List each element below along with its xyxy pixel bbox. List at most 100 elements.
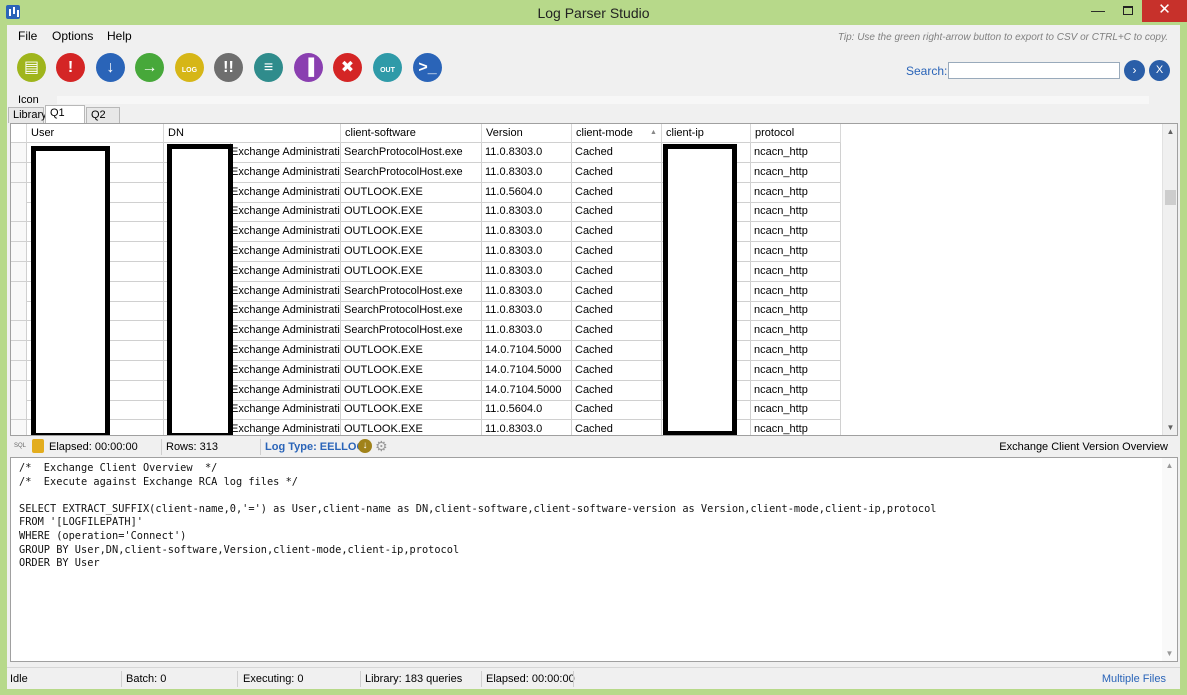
log-type-dropdown-icon[interactable]: ↓ xyxy=(358,439,372,453)
table-cell[interactable]: ncacn_http xyxy=(751,380,841,401)
row-header[interactable] xyxy=(11,143,27,163)
editor-vertical-scrollbar[interactable]: ▲ ▼ xyxy=(1162,458,1177,661)
table-cell[interactable]: 11.0.8303.0 xyxy=(482,281,572,302)
menu-options[interactable]: Options xyxy=(52,29,93,43)
table-cell[interactable]: SearchProtocolHost.exe xyxy=(341,301,482,322)
column-header-dn[interactable]: DN xyxy=(164,124,341,143)
table-cell[interactable]: ncacn_http xyxy=(751,162,841,183)
search-go-button[interactable]: › xyxy=(1124,60,1145,81)
table-cell[interactable]: Cached xyxy=(572,341,662,361)
table-cell[interactable]: Cached xyxy=(572,242,662,262)
query-editor[interactable]: /* Exchange Client Overview */ /* Execut… xyxy=(10,457,1178,662)
table-cell[interactable]: Cached xyxy=(572,380,662,401)
title-bar[interactable]: Log Parser Studio — ✕ xyxy=(0,0,1187,25)
table-cell[interactable]: ncacn_http xyxy=(751,182,841,203)
table-cell[interactable]: Cached xyxy=(572,222,662,243)
table-cell[interactable]: 11.0.8303.0 xyxy=(482,143,572,163)
lock-icon[interactable] xyxy=(32,439,44,453)
table-cell[interactable]: Exchange Administrati... xyxy=(231,400,341,421)
table-cell[interactable]: 11.0.5604.0 xyxy=(482,182,572,203)
table-cell[interactable]: Exchange Administrati... xyxy=(231,380,341,401)
table-cell[interactable]: Cached xyxy=(572,202,662,223)
table-cell[interactable]: Exchange Administrati... xyxy=(231,143,341,163)
row-header[interactable] xyxy=(11,182,27,203)
table-cell[interactable]: Cached xyxy=(572,143,662,163)
table-cell[interactable]: 11.0.5604.0 xyxy=(482,400,572,421)
table-cell[interactable]: OUTLOOK.EXE xyxy=(341,420,482,435)
table-cell[interactable]: Cached xyxy=(572,182,662,203)
out-button[interactable]: OUT xyxy=(373,53,402,82)
table-cell[interactable]: ncacn_http xyxy=(751,321,841,342)
table-cell[interactable]: OUTLOOK.EXE xyxy=(341,222,482,243)
row-header[interactable] xyxy=(11,242,27,262)
alert-button[interactable]: ! xyxy=(56,53,85,82)
table-cell[interactable]: ncacn_http xyxy=(751,222,841,243)
document-button[interactable]: ▤ xyxy=(17,53,46,82)
table-cell[interactable]: Cached xyxy=(572,321,662,342)
column-header-protocol[interactable]: protocol xyxy=(751,124,841,143)
minimize-button[interactable]: — xyxy=(1085,0,1111,22)
scroll-up-icon[interactable]: ▲ xyxy=(1163,124,1177,139)
download-button[interactable]: ↓ xyxy=(96,53,125,82)
table-cell[interactable]: ncacn_http xyxy=(751,143,841,163)
table-cell[interactable]: Exchange Administrati... xyxy=(231,341,341,361)
table-cell[interactable]: SearchProtocolHost.exe xyxy=(341,143,482,163)
row-header[interactable] xyxy=(11,341,27,361)
cancel-button[interactable]: ✖ xyxy=(333,53,362,82)
table-cell[interactable]: SearchProtocolHost.exe xyxy=(341,162,482,183)
row-header[interactable] xyxy=(11,202,27,223)
log-button[interactable]: LOG xyxy=(175,53,204,82)
log-type[interactable]: Log Type: EELLOG xyxy=(265,441,365,453)
table-cell[interactable]: 14.0.7104.5000 xyxy=(482,380,572,401)
scroll-down-icon[interactable]: ▼ xyxy=(1163,420,1177,435)
table-cell[interactable]: Cached xyxy=(572,261,662,282)
editor-scroll-down-icon[interactable]: ▼ xyxy=(1162,646,1177,661)
table-cell[interactable]: ncacn_http xyxy=(751,281,841,302)
table-cell[interactable]: 11.0.8303.0 xyxy=(482,242,572,262)
powershell-button[interactable]: >_ xyxy=(413,53,442,82)
table-cell[interactable]: Exchange Administrati... xyxy=(231,242,341,262)
table-cell[interactable]: SearchProtocolHost.exe xyxy=(341,281,482,302)
row-header[interactable] xyxy=(11,420,27,435)
table-cell[interactable]: 11.0.8303.0 xyxy=(482,321,572,342)
export-arrow-button[interactable]: → xyxy=(135,53,164,82)
tab-q1[interactable]: Q1 xyxy=(45,105,85,123)
table-cell[interactable]: Exchange Administrati... xyxy=(231,202,341,223)
table-cell[interactable]: Cached xyxy=(572,281,662,302)
table-cell[interactable]: Cached xyxy=(572,400,662,421)
column-header-client-mode[interactable]: client-mode xyxy=(572,124,662,143)
editor-scroll-up-icon[interactable]: ▲ xyxy=(1162,458,1177,473)
close-button[interactable]: ✕ xyxy=(1142,0,1187,22)
table-cell[interactable]: 11.0.8303.0 xyxy=(482,261,572,282)
table-cell[interactable]: Cached xyxy=(572,360,662,381)
menu-file[interactable]: File xyxy=(18,29,37,43)
table-cell[interactable]: SearchProtocolHost.exe xyxy=(341,321,482,342)
table-cell[interactable]: OUTLOOK.EXE xyxy=(341,360,482,381)
table-cell[interactable]: Cached xyxy=(572,162,662,183)
table-cell[interactable]: OUTLOOK.EXE xyxy=(341,400,482,421)
row-header[interactable] xyxy=(11,321,27,342)
grid-vertical-scrollbar[interactable]: ▲ ▼ xyxy=(1162,124,1177,435)
status-files-link[interactable]: Multiple Files xyxy=(1102,673,1166,685)
table-cell[interactable]: Exchange Administrati... xyxy=(231,281,341,302)
table-cell[interactable]: Exchange Administrati... xyxy=(231,182,341,203)
chart-button[interactable]: ▐ xyxy=(294,53,323,82)
row-header[interactable] xyxy=(11,222,27,243)
table-cell[interactable]: OUTLOOK.EXE xyxy=(341,242,482,262)
column-header-client-software[interactable]: client-software xyxy=(341,124,482,143)
table-cell[interactable]: Exchange Administrati... xyxy=(231,301,341,322)
table-cell[interactable]: Exchange Administrati... xyxy=(231,162,341,183)
table-cell[interactable]: 14.0.7104.5000 xyxy=(482,360,572,381)
table-cell[interactable]: Exchange Administrati... xyxy=(231,360,341,381)
row-header[interactable] xyxy=(11,400,27,421)
tab-q2[interactable]: Q2 xyxy=(86,107,120,123)
maximize-button[interactable] xyxy=(1115,0,1141,22)
table-cell[interactable]: ncacn_http xyxy=(751,341,841,361)
search-input[interactable] xyxy=(948,62,1120,79)
table-cell[interactable]: 11.0.8303.0 xyxy=(482,420,572,435)
menu-help[interactable]: Help xyxy=(107,29,132,43)
table-cell[interactable]: Exchange Administrati... xyxy=(231,222,341,243)
gear-icon[interactable]: ⚙ xyxy=(375,438,388,455)
table-cell[interactable]: Cached xyxy=(572,301,662,322)
row-header[interactable] xyxy=(11,360,27,381)
